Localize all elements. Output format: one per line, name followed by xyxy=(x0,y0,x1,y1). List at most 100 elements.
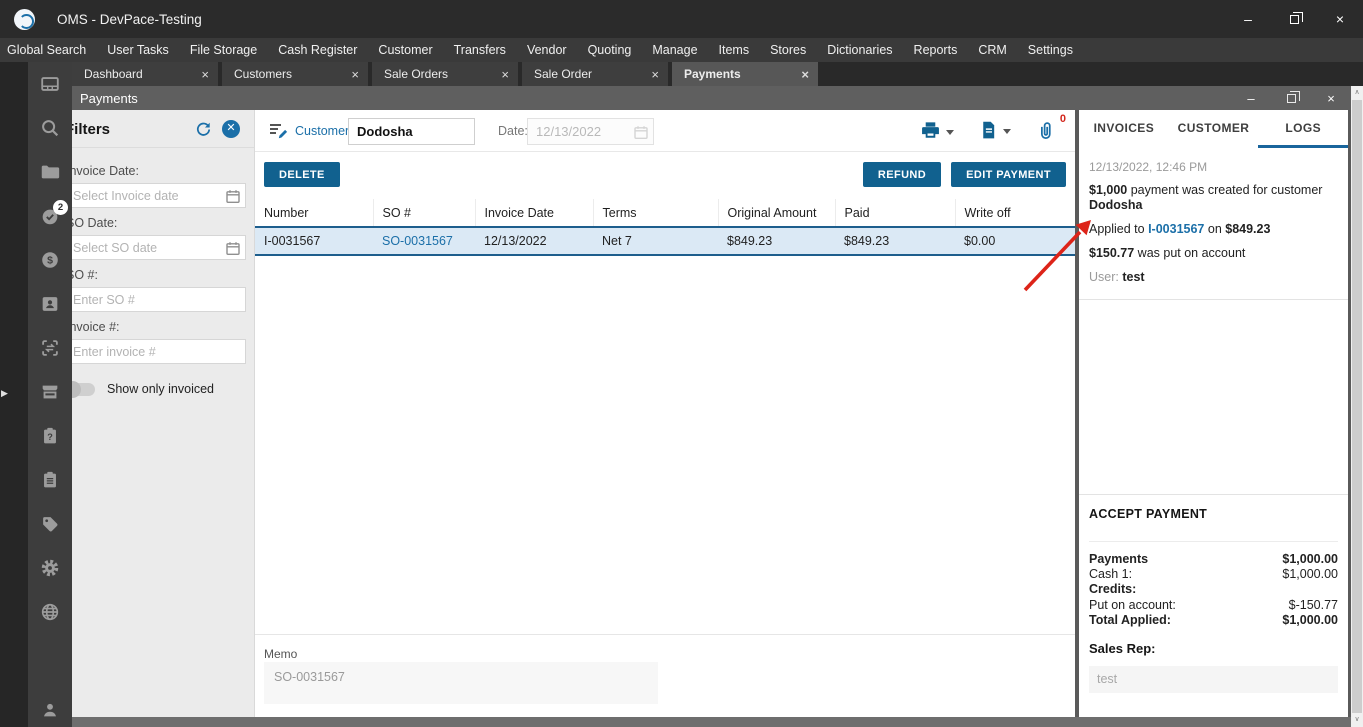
sidebar-item-globe-icon[interactable] xyxy=(39,601,61,623)
cell-original-amount[interactable]: $849.23 xyxy=(718,226,835,256)
menu-item-cash-register[interactable]: Cash Register xyxy=(278,43,357,57)
refresh-filters-icon[interactable] xyxy=(194,120,213,144)
tab-close-icon[interactable]: × xyxy=(801,67,809,82)
close-filters-icon[interactable]: ✕ xyxy=(222,120,240,138)
delete-button[interactable]: DELETE xyxy=(264,162,340,187)
refund-button[interactable]: REFUND xyxy=(862,162,942,187)
sidebar-item-payments-icon[interactable]: $ xyxy=(39,249,61,271)
sidebar-item-transfers-icon[interactable] xyxy=(39,337,61,359)
tab-dashboard[interactable]: Dashboard × xyxy=(72,62,218,86)
tab-customers[interactable]: Customers × xyxy=(222,62,368,86)
menu-item-crm[interactable]: CRM xyxy=(978,43,1006,57)
calendar-icon[interactable] xyxy=(226,189,240,209)
menu-item-stores[interactable]: Stores xyxy=(770,43,806,57)
minimize-icon[interactable]: – xyxy=(1225,0,1271,38)
filters-body: Invoice Date: SO Date: SO #: Invoice #: xyxy=(72,148,254,398)
edit-list-icon[interactable] xyxy=(267,121,289,146)
payment-toolbar: Customer: Date: xyxy=(255,110,1075,152)
sidebar-item-orders-clipboard-icon[interactable] xyxy=(39,469,61,491)
log-line-user: User: test xyxy=(1089,270,1336,285)
sidebar-item-dashboard-icon[interactable] xyxy=(39,73,61,95)
inner-restore-icon[interactable] xyxy=(1271,86,1311,110)
sidebar-item-folder-icon[interactable] xyxy=(39,161,61,183)
menu-item-quoting[interactable]: Quoting xyxy=(588,43,632,57)
tab-sale-orders[interactable]: Sale Orders × xyxy=(372,62,518,86)
tab-close-icon[interactable]: × xyxy=(351,67,359,82)
menu-item-file-storage[interactable]: File Storage xyxy=(190,43,257,57)
tab-sale-order[interactable]: Sale Order × xyxy=(522,62,668,86)
sidebar-item-settings-gear-icon[interactable] xyxy=(39,557,61,579)
sidebar-item-tasks-icon[interactable]: 2 xyxy=(39,200,68,227)
menu-item-items[interactable]: Items xyxy=(719,43,750,57)
user-label: User: xyxy=(1089,270,1123,284)
show-only-invoiced-row: Show only invoiced xyxy=(72,380,254,398)
show-only-invoiced-toggle[interactable] xyxy=(72,380,95,398)
memo-field[interactable]: SO-0031567 xyxy=(264,662,658,704)
tab-close-icon[interactable]: × xyxy=(501,67,509,82)
vertical-scrollbar[interactable]: ∧ ∨ xyxy=(1351,86,1363,727)
tab-customer[interactable]: CUSTOMER xyxy=(1169,110,1259,148)
panel-expander-icon[interactable]: ▶ xyxy=(1,388,8,399)
invoice-date-label: Invoice Date: xyxy=(72,164,139,178)
so-number-field[interactable] xyxy=(72,288,245,311)
menu-item-reports[interactable]: Reports xyxy=(914,43,958,57)
col-paid[interactable]: Paid xyxy=(835,199,956,228)
menu-item-transfers[interactable]: Transfers xyxy=(454,43,506,57)
scrollbar-thumb[interactable] xyxy=(1352,100,1362,713)
col-terms[interactable]: Terms xyxy=(593,199,719,228)
cell-terms[interactable]: Net 7 xyxy=(593,226,718,256)
inner-close-icon[interactable]: × xyxy=(1311,86,1351,110)
edit-payment-button[interactable]: EDIT PAYMENT xyxy=(951,162,1066,187)
tab-invoices[interactable]: INVOICES xyxy=(1079,110,1169,148)
menu-item-user-tasks[interactable]: User Tasks xyxy=(107,43,169,57)
sidebar-item-tag-icon[interactable] xyxy=(39,513,61,535)
tab-logs[interactable]: LOGS xyxy=(1258,110,1348,148)
cell-number[interactable]: I-0031567 xyxy=(255,226,373,256)
cell-write-off[interactable]: $0.00 xyxy=(955,226,1075,256)
log-line-applied: Applied to I-0031567 on $849.23 xyxy=(1089,222,1336,237)
print-button[interactable] xyxy=(919,119,954,142)
sidebar-item-help-clipboard-icon[interactable]: ? xyxy=(39,425,61,447)
sidebar-item-search-icon[interactable] xyxy=(39,117,61,139)
memo-divider xyxy=(255,634,1075,635)
invoices-table-header: Number SO # Invoice Date Terms Original … xyxy=(255,199,1075,228)
col-number[interactable]: Number xyxy=(255,199,374,228)
cell-invoice-date[interactable]: 12/13/2022 xyxy=(475,226,593,256)
log-text: Applied to xyxy=(1089,222,1149,236)
customer-field[interactable] xyxy=(349,119,474,144)
scroll-up-icon[interactable]: ∧ xyxy=(1351,86,1363,100)
invoice-number-field[interactable] xyxy=(72,340,245,363)
cell-paid[interactable]: $849.23 xyxy=(835,226,955,256)
so-link[interactable]: SO-0031567 xyxy=(382,234,453,248)
sidebar-item-contacts-icon[interactable] xyxy=(39,293,61,315)
attachments-button[interactable]: 0 xyxy=(1035,113,1066,142)
col-write-off[interactable]: Write off xyxy=(955,199,1075,228)
menu-item-dictionaries[interactable]: Dictionaries xyxy=(827,43,892,57)
menu-item-manage[interactable]: Manage xyxy=(652,43,697,57)
inner-minimize-icon[interactable]: – xyxy=(1231,86,1271,110)
menu-item-customer[interactable]: Customer xyxy=(378,43,432,57)
menu-item-global-search[interactable]: Global Search xyxy=(7,43,86,57)
scroll-down-icon[interactable]: ∨ xyxy=(1351,713,1363,727)
so-date-field[interactable] xyxy=(72,236,245,259)
menu-item-settings[interactable]: Settings xyxy=(1028,43,1073,57)
document-dropdown-caret[interactable] xyxy=(1003,129,1011,134)
sidebar-item-user-icon[interactable] xyxy=(28,699,72,721)
calendar-icon[interactable] xyxy=(226,241,240,261)
invoice-date-field[interactable] xyxy=(72,184,245,207)
col-invoice-date[interactable]: Invoice Date xyxy=(475,199,594,228)
close-icon[interactable]: × xyxy=(1317,0,1363,38)
invoice-link[interactable]: I-0031567 xyxy=(1148,222,1204,236)
sidebar-item-store-icon[interactable] xyxy=(39,381,61,403)
tab-close-icon[interactable]: × xyxy=(201,67,209,82)
tab-payments[interactable]: Payments × xyxy=(672,62,818,86)
summary-value: $1,000.00 xyxy=(1282,552,1338,566)
document-export-button[interactable] xyxy=(978,119,1011,141)
tab-close-icon[interactable]: × xyxy=(651,67,659,82)
restore-icon[interactable] xyxy=(1271,0,1317,38)
col-original-amount[interactable]: Original Amount xyxy=(718,199,836,228)
col-so[interactable]: SO # xyxy=(373,199,476,228)
print-dropdown-caret[interactable] xyxy=(946,129,954,135)
invoice-row-selected[interactable]: I-0031567 SO-0031567 12/13/2022 Net 7 $8… xyxy=(255,226,1075,256)
menu-item-vendor[interactable]: Vendor xyxy=(527,43,567,57)
